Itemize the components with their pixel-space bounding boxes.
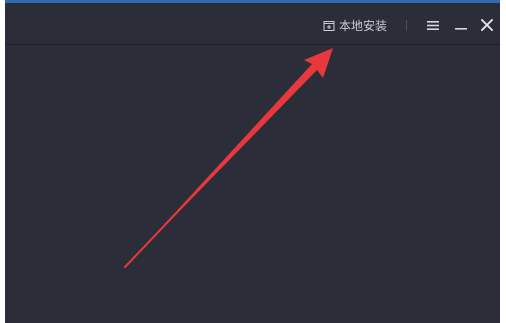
hamburger-menu-icon	[427, 16, 439, 35]
titlebar-separator	[406, 20, 407, 31]
folder-add-icon	[323, 20, 335, 32]
close-icon	[480, 16, 494, 35]
local-install-button[interactable]: 本地安装	[323, 18, 387, 34]
main-content-area	[5, 45, 500, 323]
close-button[interactable]	[478, 16, 496, 34]
screenshot-stage: 本地安装	[0, 0, 506, 323]
titlebar: 本地安装	[5, 3, 500, 44]
app-window: 本地安装	[5, 0, 500, 323]
minimize-button[interactable]	[452, 16, 470, 34]
minimize-icon	[455, 16, 467, 35]
menu-button[interactable]	[424, 16, 442, 34]
local-install-label: 本地安装	[339, 19, 388, 33]
